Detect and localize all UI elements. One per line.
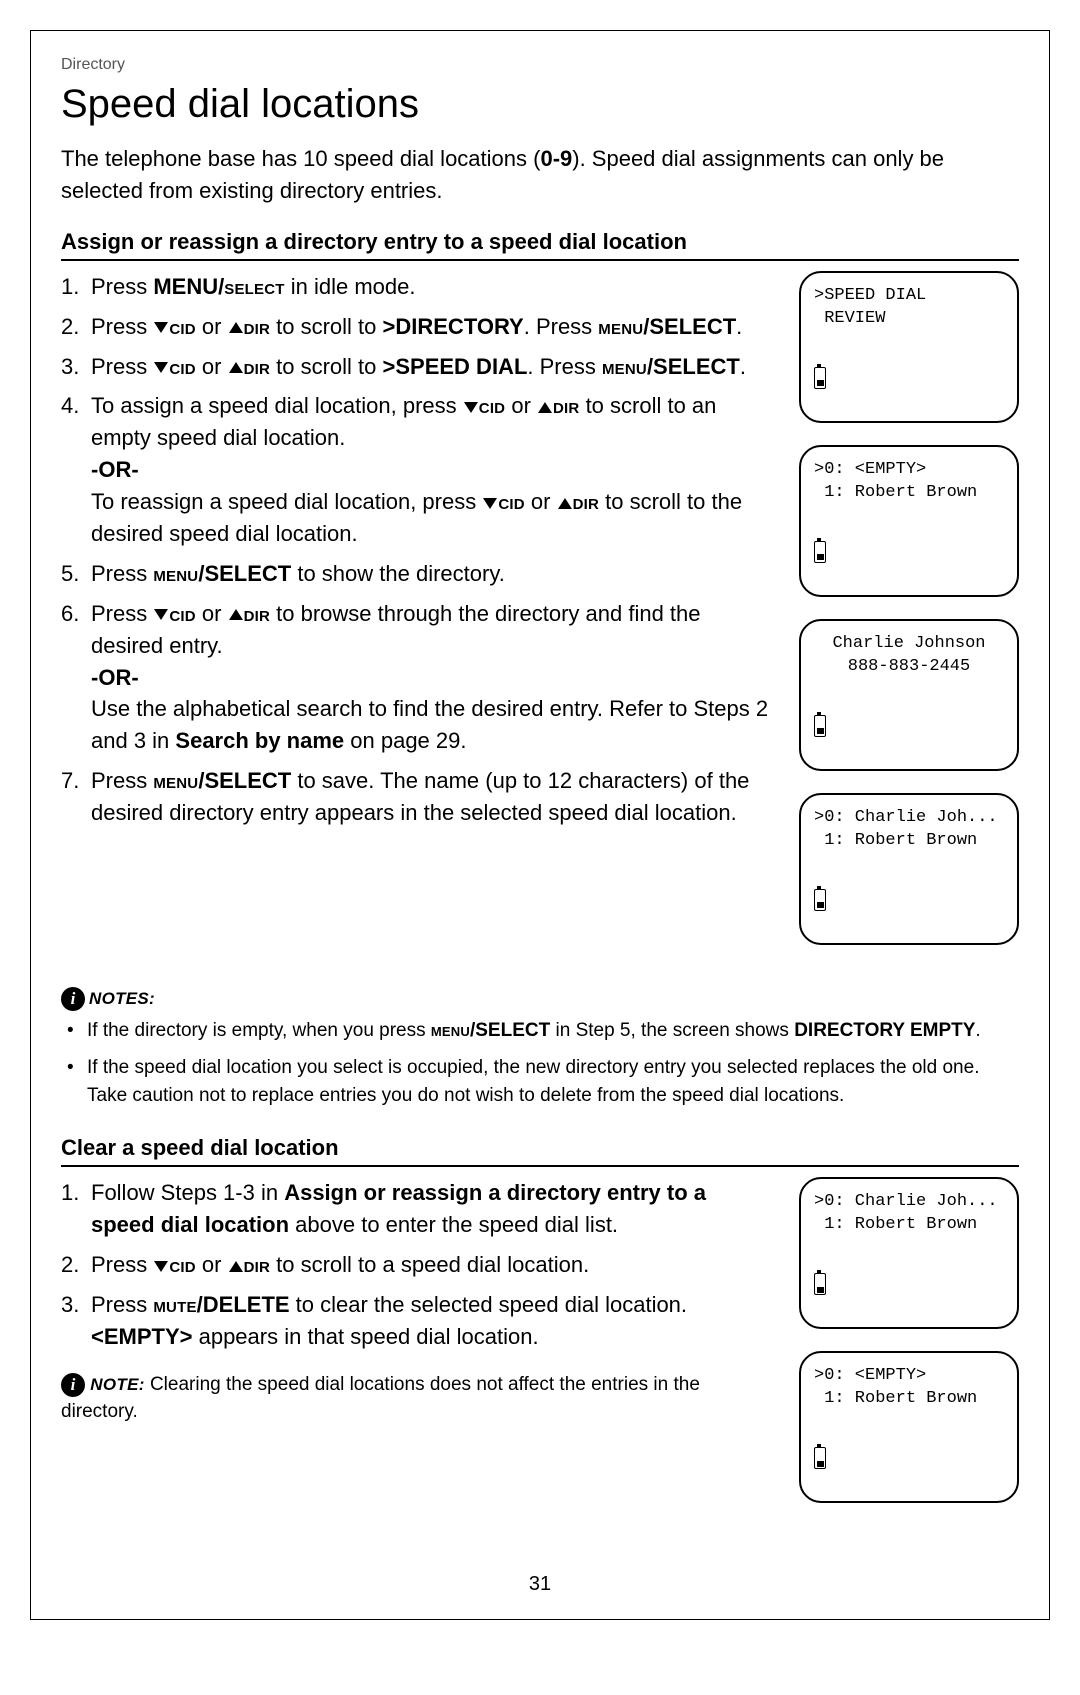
lcd-screen-empty-slot: >0: <EMPTY> 1: Robert Brown [799, 445, 1019, 597]
step-4: 4. To assign a speed dial location, pres… [61, 390, 773, 549]
battery-icon [814, 367, 826, 389]
clear-content-row: 1. Follow Steps 1-3 in Assign or reassig… [61, 1177, 1019, 1525]
section-heading-assign: Assign or reassign a directory entry to … [61, 229, 1019, 261]
page-number: 31 [31, 1573, 1049, 1596]
clear-step-3: 3. Press mute/DELETE to clear the select… [61, 1289, 773, 1353]
up-arrow-icon [229, 609, 243, 620]
assign-steps-column: 1. Press MENU/select in idle mode. 2. Pr… [61, 271, 773, 967]
up-arrow-icon [229, 1261, 243, 1272]
assign-steps-list: 1. Press MENU/select in idle mode. 2. Pr… [61, 271, 773, 829]
assign-screens-column: >SPEED DIAL REVIEW >0: <EMPTY> 1: Robert… [799, 271, 1019, 967]
down-arrow-icon [483, 498, 497, 509]
step-2: 2. Press cid or dir to scroll to >DIRECT… [61, 311, 773, 343]
step-3: 3. Press cid or dir to scroll to >SPEED … [61, 351, 773, 383]
clear-screens-column: >0: Charlie Joh... 1: Robert Brown >0: <… [799, 1177, 1019, 1525]
clear-step-2: 2. Press cid or dir to scroll to a speed… [61, 1249, 773, 1281]
up-arrow-icon [538, 402, 552, 413]
notes-list: If the directory is empty, when you pres… [61, 1017, 1019, 1110]
info-icon: i [61, 987, 85, 1011]
battery-icon [814, 1273, 826, 1295]
down-arrow-icon [154, 609, 168, 620]
up-arrow-icon [229, 322, 243, 333]
breadcrumb: Directory [61, 56, 1019, 74]
up-arrow-icon [229, 362, 243, 373]
lcd-screen-before-clear: >0: Charlie Joh... 1: Robert Brown [799, 1177, 1019, 1329]
info-icon: i [61, 1373, 85, 1397]
lcd-screen-after-clear: >0: <EMPTY> 1: Robert Brown [799, 1351, 1019, 1503]
note-2: If the speed dial location you select is… [61, 1054, 1019, 1109]
down-arrow-icon [154, 362, 168, 373]
up-arrow-icon [558, 498, 572, 509]
clear-steps-list: 1. Follow Steps 1-3 in Assign or reassig… [61, 1177, 773, 1352]
page-title: Speed dial locations [61, 82, 1019, 127]
intro-paragraph: The telephone base has 10 speed dial loc… [61, 143, 1019, 207]
clear-steps-column: 1. Follow Steps 1-3 in Assign or reassig… [61, 1177, 773, 1525]
lcd-screen-speed-dial-menu: >SPEED DIAL REVIEW [799, 271, 1019, 423]
note-inline: i NOTE: Clearing the speed dial location… [61, 1371, 773, 1426]
note-1: If the directory is empty, when you pres… [61, 1017, 1019, 1045]
section-heading-clear: Clear a speed dial location [61, 1135, 1019, 1167]
manual-page: Directory Speed dial locations The telep… [30, 30, 1050, 1620]
down-arrow-icon [154, 322, 168, 333]
lcd-screen-assigned-slot: >0: Charlie Joh... 1: Robert Brown [799, 793, 1019, 945]
notes-header: i NOTES: [61, 987, 1019, 1011]
step-7: 7. Press menu/SELECT to save. The name (… [61, 765, 773, 829]
step-1: 1. Press MENU/select in idle mode. [61, 271, 773, 303]
battery-icon [814, 1447, 826, 1469]
battery-icon [814, 715, 826, 737]
down-arrow-icon [464, 402, 478, 413]
lcd-screen-directory-entry: Charlie Johnson 888-883-2445 [799, 619, 1019, 771]
step-5: 5. Press menu/SELECT to show the directo… [61, 558, 773, 590]
battery-icon [814, 889, 826, 911]
down-arrow-icon [154, 1261, 168, 1272]
assign-content-row: 1. Press MENU/select in idle mode. 2. Pr… [61, 271, 1019, 967]
clear-step-1: 1. Follow Steps 1-3 in Assign or reassig… [61, 1177, 773, 1241]
step-6: 6. Press cid or dir to browse through th… [61, 598, 773, 757]
battery-icon [814, 541, 826, 563]
